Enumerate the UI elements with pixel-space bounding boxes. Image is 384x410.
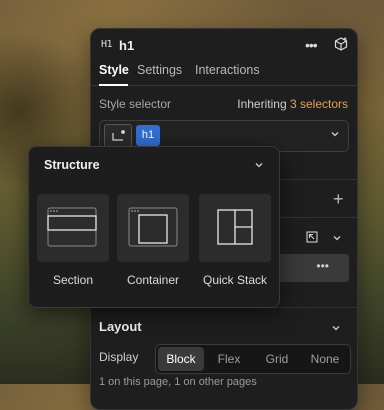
chevron-down-icon[interactable]	[330, 129, 340, 139]
add-icon[interactable]: +	[333, 189, 344, 210]
container-layout-icon	[128, 207, 178, 247]
chevron-down-icon[interactable]	[332, 233, 342, 243]
usage-footnote: 1 on this page, 1 on other pages	[99, 376, 257, 388]
tab-interactions[interactable]: Interactions	[195, 63, 260, 77]
display-segmented-control: Block Flex Grid None	[155, 344, 351, 374]
quick-stack-label: Quick Stack	[202, 273, 268, 287]
style-selector-label: Style selector	[99, 97, 172, 111]
section-label: Section	[52, 273, 94, 287]
structure-option-section[interactable]	[37, 194, 109, 262]
chevron-down-icon[interactable]	[254, 160, 264, 170]
more-options-icon[interactable]: •••	[316, 259, 329, 273]
structure-option-container[interactable]	[117, 194, 189, 262]
component-cube-icon[interactable]	[334, 37, 348, 51]
display-label: Display	[99, 350, 139, 364]
structure-title: Structure	[44, 158, 100, 172]
selector-chip-h1[interactable]: h1	[136, 125, 160, 146]
heading-tag-badge: H1	[101, 39, 113, 50]
display-option-block[interactable]: Block	[158, 347, 204, 371]
inheriting-prefix: Inheriting	[237, 97, 287, 111]
active-tab-indicator	[99, 84, 128, 86]
quick-stack-layout-icon	[217, 209, 253, 245]
chevron-down-icon[interactable]	[331, 323, 341, 333]
tab-settings[interactable]: Settings	[137, 63, 182, 77]
panel-header: H1 h1 •••	[91, 29, 357, 59]
structure-popover: Structure Section Container Quick Stack	[28, 146, 280, 308]
structure-option-quick-stack[interactable]	[199, 194, 271, 262]
display-option-grid[interactable]: Grid	[254, 347, 300, 371]
open-arrow-icon[interactable]	[306, 231, 318, 243]
selector-state-icon	[112, 130, 125, 141]
display-option-none[interactable]: None	[302, 347, 348, 371]
inheriting-count[interactable]: 3 selectors	[290, 97, 348, 111]
container-label: Container	[126, 273, 180, 287]
section-layout-icon	[47, 207, 97, 247]
tab-style[interactable]: Style	[99, 63, 129, 77]
more-options-icon[interactable]: •••	[305, 37, 318, 53]
panel-tabs: Style Settings Interactions	[91, 59, 357, 86]
selector-state-button[interactable]	[104, 124, 132, 148]
element-name: h1	[119, 38, 135, 53]
display-option-flex[interactable]: Flex	[206, 347, 252, 371]
inheriting-selectors[interactable]: Inheriting 3 selectors	[237, 97, 348, 111]
layout-section-title[interactable]: Layout	[99, 319, 142, 334]
